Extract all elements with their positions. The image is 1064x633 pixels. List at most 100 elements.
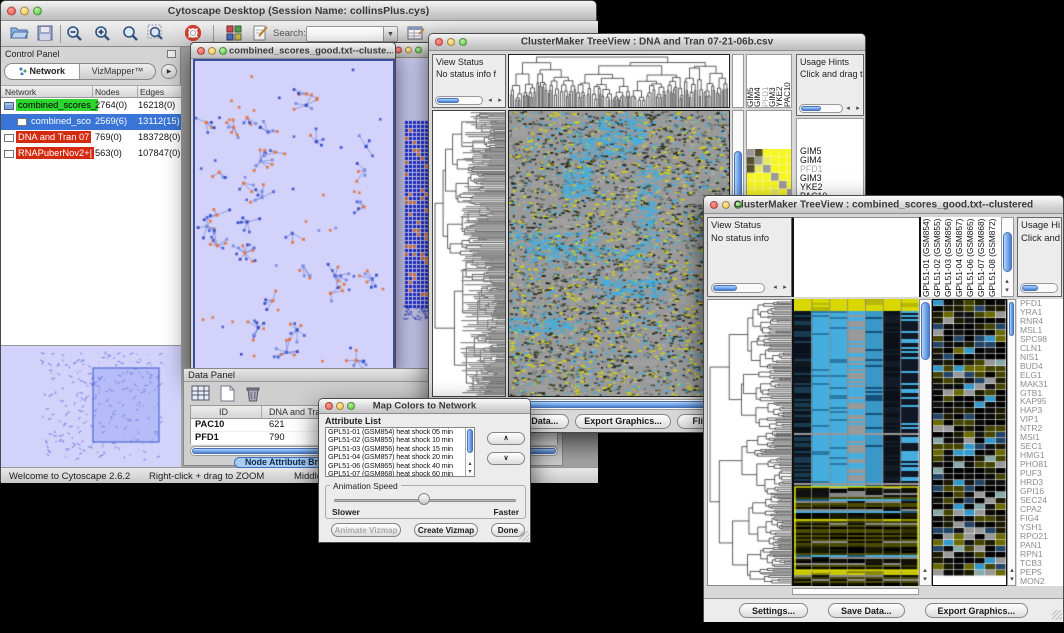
- network-tree-row[interactable]: combined_sco 2569(6) 13112(15): [1, 114, 181, 130]
- main-titlebar[interactable]: Cytoscape Desktop (Session Name: collins…: [1, 1, 596, 21]
- attribute-list-item[interactable]: GPL51-01 (GSM854) heat shock 05 min: [326, 428, 474, 436]
- network2-canvas[interactable]: [393, 59, 431, 374]
- overview-canvas[interactable]: [1, 346, 179, 465]
- data-panel-trash-icon[interactable]: [242, 384, 264, 403]
- treeview2-row-dendrogram[interactable]: [707, 299, 792, 586]
- tab-overflow-button[interactable]: ▶: [161, 64, 177, 79]
- scrollbar-thumb[interactable]: [467, 429, 473, 453]
- column-label[interactable]: GPL51-02 (GSM855): [932, 217, 943, 297]
- zoom-button[interactable]: [415, 47, 422, 54]
- attribute-list-item[interactable]: GPL51-03 (GSM856) heat shock 15 min: [326, 445, 474, 453]
- data-panel-newdoc-icon[interactable]: [216, 384, 238, 403]
- scroll-down-arrow[interactable]: ▾: [465, 468, 475, 476]
- scroll-down-arrow[interactable]: ▾: [1002, 287, 1012, 295]
- network-table-header[interactable]: Network Nodes Edges: [1, 85, 181, 98]
- scroll-left-arrow[interactable]: ◂: [843, 105, 853, 113]
- treeview2-button[interactable]: Save Data...: [828, 603, 905, 618]
- network1-canvas-frame[interactable]: [193, 59, 395, 372]
- column-label[interactable]: PFD1: [762, 55, 769, 107]
- scroll-down-arrow[interactable]: ▾: [920, 576, 930, 584]
- save-session-button[interactable]: [35, 24, 55, 44]
- column-label[interactable]: GPL51-08 (GSM872): [987, 217, 998, 297]
- column-label[interactable]: GPL51-03 (GSM856): [943, 217, 954, 297]
- network2-canvas-frame[interactable]: [391, 59, 431, 374]
- minimize-button[interactable]: [405, 47, 412, 54]
- treeview2-titlebar[interactable]: ClusterMaker TreeView : combined_scores_…: [704, 196, 1063, 214]
- treeview2-heatmap[interactable]: [792, 299, 919, 586]
- attribute-list-item[interactable]: GPL51-06 (GSM865) heat shock 40 min: [326, 462, 474, 470]
- view-status-hscrollbar[interactable]: [711, 283, 765, 293]
- zoom-selected-icon[interactable]: [147, 24, 167, 44]
- resize-grip[interactable]: [519, 531, 529, 541]
- move-down-button[interactable]: ∨: [487, 452, 525, 465]
- close-button[interactable]: [197, 47, 205, 55]
- scroll-down-arrow[interactable]: ▾: [1007, 576, 1017, 584]
- view-status-hscrollbar[interactable]: [435, 96, 483, 105]
- treeview1-hscrollbar[interactable]: [508, 399, 730, 410]
- speed-slider-thumb[interactable]: [418, 493, 430, 505]
- treeview2-vscrollbar[interactable]: ▴ ▾: [919, 299, 932, 586]
- column-label[interactable]: PAC10: [784, 55, 791, 107]
- treeview1-row-dendrogram[interactable]: [432, 110, 506, 397]
- create-vizmap-button[interactable]: Create Vizmap: [414, 523, 478, 537]
- attribute-list[interactable]: GPL51-01 (GSM854) heat shock 05 minGPL51…: [325, 427, 475, 477]
- treeview2-button[interactable]: Export Graphics...: [925, 603, 1029, 618]
- scroll-up-arrow[interactable]: ▴: [1002, 278, 1012, 286]
- column-label[interactable]: GPL51-06 (GSM865): [965, 217, 976, 297]
- scroll-left-arrow[interactable]: ◂: [485, 97, 495, 105]
- similarity-matrix[interactable]: [747, 149, 791, 197]
- gene-label[interactable]: MON2: [1020, 577, 1063, 586]
- annotation-icon[interactable]: [251, 24, 271, 44]
- usage-hscrollbar[interactable]: [799, 104, 843, 113]
- network-tree-row[interactable]: combined_scores_ 2764(0) 16218(0): [1, 98, 181, 114]
- treeview2-detail-heatmap[interactable]: [932, 299, 1007, 586]
- attribute-list-item[interactable]: GPL51-04 (GSM857) heat shock 20 min: [326, 453, 474, 461]
- move-up-button[interactable]: ∧: [487, 432, 525, 445]
- search-dropdown-button[interactable]: ▼: [384, 26, 398, 42]
- zoom-out-icon[interactable]: [65, 24, 85, 44]
- network-tree-row[interactable]: DNA and Tran 07 769(0) 183728(0): [1, 130, 181, 146]
- scroll-up-arrow[interactable]: ▴: [1007, 567, 1017, 575]
- column-label[interactable]: YKE2: [776, 55, 783, 107]
- open-session-button[interactable]: [9, 24, 29, 44]
- tab-vizmapper[interactable]: VizMapper™: [80, 64, 155, 79]
- scroll-up-arrow[interactable]: ▴: [920, 567, 930, 575]
- treeview1-column-dendrogram[interactable]: [508, 54, 730, 108]
- zoom-fit-icon[interactable]: [121, 24, 141, 44]
- zoom-in-icon[interactable]: [93, 24, 113, 44]
- network-overview-panel[interactable]: [1, 346, 181, 467]
- minimize-button[interactable]: [208, 47, 216, 55]
- network1-canvas[interactable]: [195, 61, 393, 370]
- treeview1-heatmap[interactable]: [508, 110, 730, 397]
- column-label[interactable]: GIM4: [754, 55, 761, 107]
- column-label[interactable]: GPL51-04 (GSM857): [954, 217, 965, 297]
- close-button[interactable]: [395, 47, 402, 54]
- scrollbar-thumb[interactable]: [1003, 232, 1012, 272]
- data-panel-table-icon[interactable]: [190, 384, 212, 403]
- treeview2-detail-vscrollbar[interactable]: ▴ ▾: [1007, 299, 1016, 586]
- treeview2-top-vscrollbar[interactable]: ▴ ▾: [1001, 217, 1014, 297]
- attribute-list-item[interactable]: GPL51-02 (GSM855) heat shock 10 min: [326, 436, 474, 444]
- column-label[interactable]: GPL51-01 (GSM854): [921, 217, 932, 297]
- network-tree-row[interactable]: RNAPuberNov2+| 563(0) 107847(0): [1, 146, 181, 162]
- treeview2-hscrollbar[interactable]: [792, 588, 919, 595]
- attribute-browser-icon[interactable]: [406, 24, 426, 44]
- attribute-list-vscrollbar[interactable]: ▴ ▾: [465, 428, 474, 476]
- scroll-right-arrow[interactable]: ▸: [495, 97, 505, 105]
- tab-network[interactable]: Network: [5, 64, 80, 79]
- dialog-titlebar[interactable]: Map Colors to Network: [319, 399, 530, 414]
- network1-titlebar[interactable]: combined_scores_good.txt--cluste...: [191, 43, 395, 59]
- scrollbar-thumb[interactable]: [1009, 302, 1014, 336]
- treeview1-titlebar[interactable]: ClusterMaker TreeView : DNA and Tran 07-…: [429, 34, 865, 51]
- scrollbar-thumb[interactable]: [921, 302, 930, 360]
- usage-hscrollbar[interactable]: [1020, 283, 1058, 293]
- animate-vizmap-button[interactable]: Animate Vizmap: [331, 523, 401, 537]
- treeview2-button[interactable]: Settings...: [739, 603, 808, 618]
- scroll-right-arrow[interactable]: ▸: [853, 105, 863, 113]
- scroll-right-arrow[interactable]: ▸: [780, 284, 790, 292]
- float-panel-icon[interactable]: [167, 50, 176, 58]
- search-input[interactable]: [306, 26, 384, 42]
- export-graphics-button[interactable]: Export Graphics...: [575, 414, 671, 429]
- scroll-left-arrow[interactable]: ◂: [770, 284, 780, 292]
- attribute-list-item[interactable]: GPL51-07 (GSM868) heat shock 60 min: [326, 470, 474, 477]
